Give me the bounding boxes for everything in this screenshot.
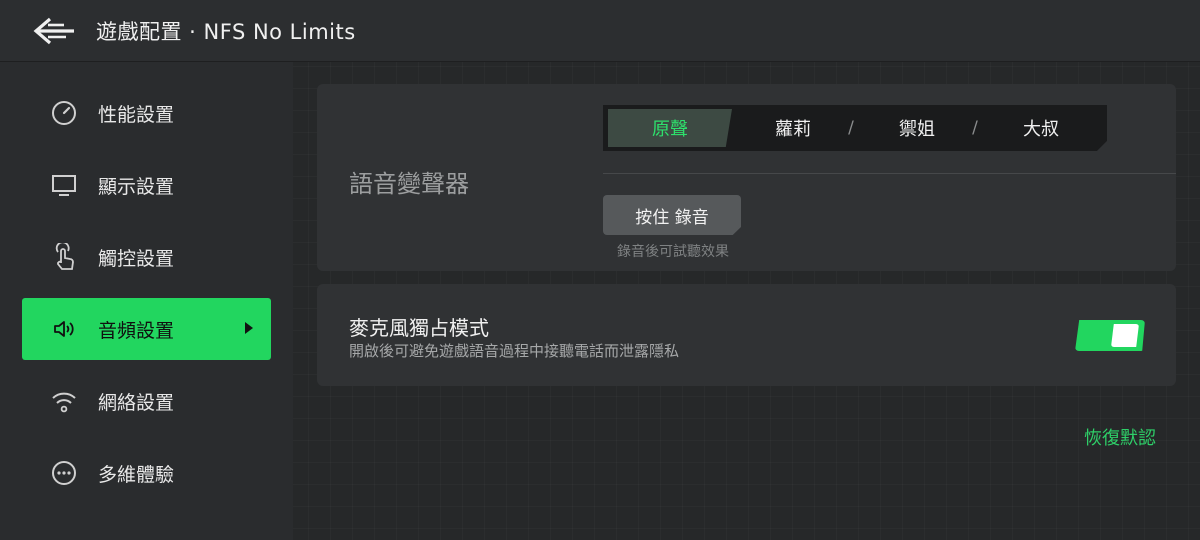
hold-to-record-button[interactable]: 按住 錄音 (603, 195, 741, 235)
touch-icon (50, 243, 78, 271)
reset-default-button[interactable]: 恢復默認 (1084, 424, 1156, 450)
sidebar: 性能設置 顯示設置 觸控設置 音頻設置 網絡設置 多維體驗 (0, 62, 293, 540)
sidebar-item-touch[interactable]: 觸控設置 (22, 226, 271, 288)
sidebar-item-network[interactable]: 網絡設置 (22, 370, 271, 432)
sidebar-item-audio[interactable]: 音頻設置 (22, 298, 271, 360)
separator: / (848, 118, 854, 138)
sidebar-item-performance[interactable]: 性能設置 (22, 82, 271, 144)
sidebar-item-display[interactable]: 顯示設置 (22, 154, 271, 216)
voice-option-loli[interactable]: 蘿莉 (743, 105, 843, 151)
speaker-icon (50, 315, 78, 343)
voice-option-lady[interactable]: 禦姐 (867, 105, 967, 151)
gauge-icon (50, 99, 78, 127)
sidebar-item-multidimensional[interactable]: 多維體驗 (22, 442, 271, 504)
voice-option-selector: 原聲 蘿莉 / 禦姐 / 大叔 (603, 105, 1107, 151)
sidebar-item-label: 觸控設置 (98, 247, 175, 270)
triangle-right-icon (245, 322, 253, 334)
sidebar-item-label: 性能設置 (98, 103, 175, 126)
mic-exclusive-description: 開啟後可避免遊戲語音過程中接聽電話而泄露隱私 (349, 342, 680, 360)
voice-option-uncle[interactable]: 大叔 (991, 105, 1091, 151)
page-title: 遊戲配置 · NFS No Limits (96, 19, 356, 44)
sidebar-item-label: 音頻設置 (98, 319, 175, 342)
mic-exclusive-card: 麥克風獨占模式 開啟後可避免遊戲語音過程中接聽電話而泄露隱私 (317, 284, 1176, 386)
wifi-icon (50, 387, 78, 415)
voice-changer-card: 語音變聲器 原聲 蘿莉 / 禦姐 / 大叔 按住 錄音 錄音後可試聽效果 (317, 84, 1176, 271)
mic-exclusive-title: 麥克風獨占模式 (349, 316, 489, 340)
back-arrow-icon (33, 17, 74, 44)
voice-option-original[interactable]: 原聲 (620, 105, 720, 151)
toggle-knob (1111, 324, 1139, 347)
separator: / (972, 118, 978, 138)
divider (603, 173, 1176, 174)
top-bar: 遊戲配置 · NFS No Limits (0, 0, 1200, 62)
sidebar-item-label: 多維體驗 (98, 463, 175, 486)
voice-changer-label: 語音變聲器 (349, 170, 469, 198)
sidebar-item-label: 網絡設置 (98, 391, 175, 414)
back-button[interactable] (26, 11, 84, 51)
mic-exclusive-toggle[interactable] (1075, 320, 1145, 351)
sidebar-item-label: 顯示設置 (98, 175, 175, 198)
monitor-icon (50, 171, 78, 199)
main-panel: 語音變聲器 原聲 蘿莉 / 禦姐 / 大叔 按住 錄音 錄音後可試聽效果 麥克風… (293, 62, 1200, 540)
more-icon (50, 459, 78, 487)
record-hint: 錄音後可試聽效果 (617, 244, 729, 260)
